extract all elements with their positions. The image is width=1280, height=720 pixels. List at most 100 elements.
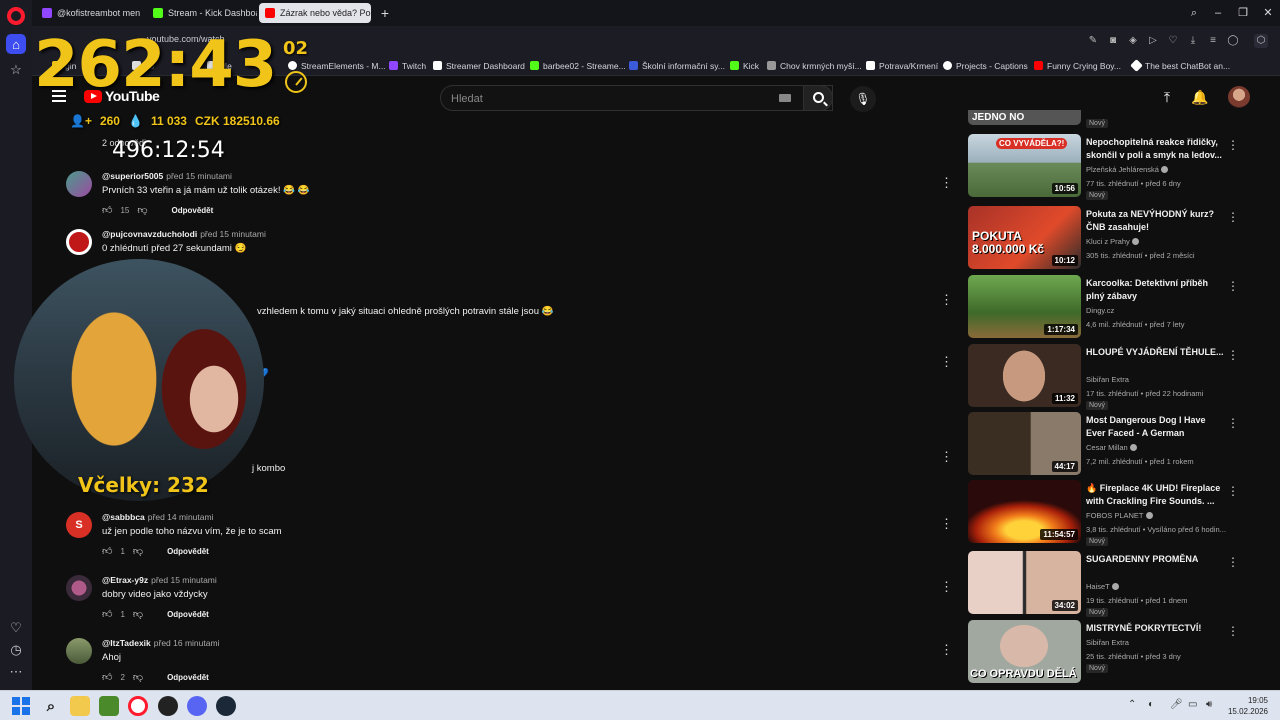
video-thumbnail[interactable]: CO OPRAVDU DĚLÁ: [968, 620, 1081, 683]
discord-icon[interactable]: [187, 696, 207, 716]
video-title[interactable]: Nepochopitelná reakce řidičky, skončil v…: [1086, 136, 1224, 162]
channel-name[interactable]: Kluci z Prahy: [1086, 237, 1139, 246]
steam-tray-icon[interactable]: ◐: [1148, 699, 1154, 710]
play-icon[interactable]: ▷: [1146, 34, 1160, 48]
channel-name[interactable]: Sibiřan Extra: [1086, 375, 1129, 384]
video-title[interactable]: Karcoolka: Detektivní příběh plný zábavy: [1086, 277, 1224, 303]
related-video[interactable]: 11:54:57 🔥 Fireplace 4K UHD! Fireplace w…: [968, 480, 1248, 546]
microphone-tray-icon[interactable]: 🎤︎: [1170, 699, 1183, 710]
dislike-icon[interactable]: 👎︎: [133, 608, 143, 620]
minecraft-icon[interactable]: [99, 696, 119, 716]
video-title[interactable]: HLOUPÉ VYJÁDŘENÍ TĚHULE...: [1086, 346, 1224, 359]
bookmark-chov[interactable]: Chov krmných myší...: [767, 59, 862, 72]
comment-author[interactable]: @superior5005 před 15 minutami: [102, 171, 232, 181]
reply-button[interactable]: Odpovědět: [167, 547, 209, 556]
tab-kick-dashboard[interactable]: Stream - Kick Dashboard: [147, 3, 257, 23]
network-icon[interactable]: ▭: [1188, 699, 1197, 710]
search-button[interactable]: [803, 85, 833, 111]
video-menu-icon[interactable]: ⋮: [1227, 348, 1239, 362]
dislike-icon[interactable]: 👎︎: [133, 671, 143, 683]
video-title[interactable]: MISTRYNĚ POKRYTECTVÍ!: [1086, 622, 1224, 635]
shield-icon[interactable]: ◈: [1126, 34, 1140, 48]
video-thumbnail[interactable]: POKUTA 8.000.000 Kč 10:12: [968, 206, 1081, 269]
like-icon[interactable]: 👍︎: [102, 204, 112, 216]
history-icon[interactable]: ◷: [6, 640, 26, 660]
video-thumbnail[interactable]: 11:32: [968, 344, 1081, 407]
video-menu-icon[interactable]: ⋮: [1227, 484, 1239, 498]
opera-logo-icon[interactable]: [7, 7, 25, 25]
avatar[interactable]: S: [66, 512, 92, 538]
avatar[interactable]: [66, 575, 92, 601]
dislike-icon[interactable]: 👎︎: [137, 204, 147, 216]
notifications-bell-icon[interactable]: 🔔: [1191, 88, 1209, 106]
edit-icon[interactable]: ✎: [1086, 34, 1100, 48]
video-title[interactable]: 🔥 Fireplace 4K UHD! Fireplace with Crack…: [1086, 482, 1224, 508]
dislike-icon[interactable]: 👎︎: [133, 545, 143, 557]
new-tab-button[interactable]: +: [377, 5, 393, 21]
reply-button[interactable]: Odpovědět: [167, 673, 209, 682]
keyboard-icon[interactable]: [779, 94, 791, 102]
like-icon[interactable]: 👍︎: [102, 608, 112, 620]
related-video[interactable]: POKUTA 8.000.000 Kč 10:12 Pokuta za NEVÝ…: [968, 206, 1248, 270]
reply-button[interactable]: Odpovědět: [172, 206, 214, 215]
video-thumbnail[interactable]: CO VYVÁDĚLA?! 10:56: [968, 134, 1081, 197]
bookmark-chatbot[interactable]: The best ChatBot an...: [1130, 59, 1230, 72]
profile-icon[interactable]: ◯: [1226, 34, 1240, 48]
bookmark-projects[interactable]: Projects - Captions: [943, 59, 1028, 72]
heart-icon[interactable]: ♡: [6, 618, 26, 638]
obs-icon[interactable]: [158, 696, 178, 716]
file-explorer-icon[interactable]: [70, 696, 90, 716]
channel-name[interactable]: Sibiřan Extra: [1086, 638, 1129, 647]
avatar[interactable]: [66, 171, 92, 197]
bookmark-kick[interactable]: Kick: [730, 59, 759, 72]
video-thumbnail[interactable]: JEDNO NO: [968, 110, 1081, 125]
comment-menu-icon[interactable]: ⋮: [940, 354, 953, 370]
reply-button[interactable]: Odpovědět: [167, 610, 209, 619]
video-thumbnail[interactable]: 11:54:57: [968, 480, 1081, 543]
related-video[interactable]: 11:32 HLOUPÉ VYJÁDŘENÍ TĚHULE... Sibiřan…: [968, 344, 1248, 410]
opera-icon[interactable]: [128, 696, 148, 716]
volume-icon[interactable]: 🔊︎: [1206, 699, 1212, 710]
bookmark-streamelements[interactable]: StreamElements - M...: [288, 59, 386, 72]
account-avatar[interactable]: [1228, 86, 1250, 108]
comment-author[interactable]: @Etrax-y9z před 15 minutami: [102, 575, 217, 585]
bookmark-funny[interactable]: Funny Crying Boy...: [1034, 59, 1121, 72]
close-window-button[interactable]: ✕: [1259, 4, 1277, 22]
voice-search-button[interactable]: 🎙: [850, 86, 876, 112]
star-icon[interactable]: ☆: [6, 60, 26, 80]
video-title[interactable]: Pokuta za NEVÝHODNÝ kurz? ČNB zasahuje!: [1086, 208, 1224, 234]
comment-menu-icon[interactable]: ⋮: [940, 579, 953, 595]
steam-icon[interactable]: [216, 696, 236, 716]
menu-lines-icon[interactable]: ≡: [1206, 34, 1220, 48]
bookmark-potrava[interactable]: Potrava/Krmení: [866, 59, 938, 72]
search-tabs-icon[interactable]: ⌕: [1185, 4, 1203, 22]
avatar[interactable]: [66, 229, 92, 255]
bookmark-twitch[interactable]: Twitch: [389, 59, 426, 72]
video-thumbnail[interactable]: 44:17: [968, 412, 1081, 475]
related-video[interactable]: 1:17:34 Karcoolka: Detektivní příběh pln…: [968, 275, 1248, 339]
comment-menu-icon[interactable]: ⋮: [940, 642, 953, 658]
like-icon[interactable]: 👍︎: [102, 545, 112, 557]
video-title[interactable]: Most Dangerous Dog I Have Ever Faced - A…: [1086, 414, 1224, 440]
video-menu-icon[interactable]: ⋮: [1227, 210, 1239, 224]
camera-icon[interactable]: ◙: [1106, 34, 1120, 48]
video-menu-icon[interactable]: ⋮: [1227, 555, 1239, 569]
comment-author[interactable]: @pujcovnavzducholodi před 15 minutami: [102, 229, 266, 239]
extensions-icon[interactable]: ⬡: [1254, 34, 1268, 48]
tab-youtube-active[interactable]: Zázrak nebo věda? Podvo: [259, 3, 371, 23]
search-icon[interactable]: ⌕: [41, 696, 61, 716]
related-video[interactable]: CO OPRAVDU DĚLÁ MISTRYNĚ POKRYTECTVÍ! Si…: [968, 620, 1248, 684]
upload-icon[interactable]: ⤒: [1158, 88, 1176, 106]
comment-menu-icon[interactable]: ⋮: [940, 292, 953, 308]
video-menu-icon[interactable]: ⋮: [1227, 416, 1239, 430]
maximize-button[interactable]: ❐: [1234, 4, 1252, 22]
comment-menu-icon[interactable]: ⋮: [940, 516, 953, 532]
search-input[interactable]: [451, 91, 771, 107]
channel-name[interactable]: Plzeňská Jehlárenská: [1086, 165, 1168, 174]
download-icon[interactable]: ⤓: [1186, 34, 1200, 48]
comment-menu-icon[interactable]: ⋮: [940, 175, 953, 191]
windows-start-icon[interactable]: [12, 697, 30, 715]
related-video[interactable]: CO VYVÁDĚLA?! 10:56 Nepochopitelná reakc…: [968, 134, 1248, 200]
minimize-button[interactable]: –: [1209, 4, 1227, 22]
like-icon[interactable]: 👍︎: [102, 671, 112, 683]
